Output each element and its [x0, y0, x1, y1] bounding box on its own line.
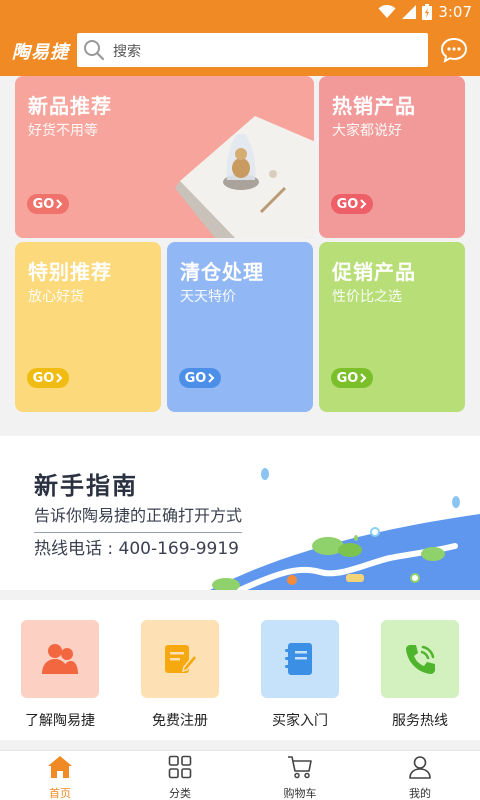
shortcut-icon-box: [21, 620, 99, 698]
go-label: GO: [32, 370, 55, 386]
tile-subtitle: 天天特价: [180, 289, 236, 305]
go-button[interactable]: GO: [331, 194, 373, 214]
wifi-icon: [378, 5, 396, 18]
signal-icon: [402, 5, 417, 19]
tile-subtitle: 性价比之选: [332, 289, 402, 305]
grid-icon: [168, 755, 192, 779]
tile-subtitle: 放心好货: [28, 289, 84, 305]
arrow-right-icon: [360, 199, 367, 209]
tile-hot-products[interactable]: 热销产品 大家都说好 GO: [319, 76, 465, 238]
arrow-right-icon: [56, 199, 63, 209]
status-bar: 3:07: [0, 0, 480, 24]
shortcut-buyer-guide[interactable]: 买家入门: [260, 620, 340, 730]
shortcut-label: 了解陶易捷: [25, 713, 95, 729]
tile-special-picks[interactable]: 特别推荐 放心好货 GO: [15, 242, 161, 412]
bottom-tab-bar: 首页 分类 购物车 我的: [0, 750, 480, 800]
shortcut-label: 服务热线: [392, 713, 448, 729]
tile-subtitle: 好货不用等: [28, 123, 98, 139]
go-button[interactable]: GO: [27, 194, 69, 214]
go-button[interactable]: GO: [331, 368, 373, 388]
shortcut-hotline[interactable]: 服务热线: [380, 620, 460, 730]
logo: 陶易捷: [12, 42, 69, 63]
search-input[interactable]: 搜索: [113, 41, 141, 61]
phone-icon: [406, 645, 435, 674]
tab-cart[interactable]: 购物车: [260, 755, 340, 800]
go-label: GO: [32, 196, 55, 212]
people-icon: [42, 644, 78, 674]
search-icon: [84, 40, 105, 61]
shortcut-icon-box: [141, 620, 219, 698]
tile-promotions[interactable]: 促销产品 性价比之选 GO: [319, 242, 465, 412]
app-header: 陶易捷 搜索: [0, 24, 480, 76]
tab-label: 购物车: [283, 787, 317, 800]
shortcut-about[interactable]: 了解陶易捷: [20, 620, 100, 730]
arrow-right-icon: [208, 373, 215, 383]
shortcut-register[interactable]: 免费注册: [140, 620, 220, 730]
message-icon[interactable]: [440, 36, 468, 64]
map-illustration: [210, 468, 480, 590]
tab-label: 首页: [49, 787, 71, 800]
search-bar[interactable]: 搜索: [77, 33, 428, 67]
tile-title: 特别推荐: [28, 260, 112, 284]
go-label: GO: [336, 370, 359, 386]
shortcut-icon-box: [381, 620, 459, 698]
tab-home[interactable]: 首页: [20, 755, 100, 800]
tab-categories[interactable]: 分类: [140, 755, 220, 800]
tile-title: 新品推荐: [28, 94, 112, 118]
tile-title: 清仓处理: [180, 260, 264, 284]
battery-icon: [422, 4, 433, 20]
status-icons: 3:07: [378, 3, 472, 21]
cart-icon: [288, 756, 312, 779]
shortcut-row: 了解陶易捷 免费注册 买家入门 服务热线: [0, 600, 480, 740]
tile-clearance[interactable]: 清仓处理 天天特价 GO: [167, 242, 313, 412]
tile-title: 促销产品: [332, 260, 416, 284]
go-button[interactable]: GO: [27, 368, 69, 388]
shortcut-label: 免费注册: [152, 713, 208, 729]
tile-title: 热销产品: [332, 94, 416, 118]
arrow-right-icon: [360, 373, 367, 383]
edit-note-icon: [165, 645, 198, 673]
tab-label: 分类: [169, 787, 191, 800]
beginner-guide-banner[interactable]: 新手指南 告诉你陶易捷的正确打开方式 热线电话 : 400-169-9919: [0, 436, 480, 590]
tile-new-products[interactable]: 新品推荐 好货不用等 GO: [15, 76, 314, 238]
go-label: GO: [184, 370, 207, 386]
go-button[interactable]: GO: [179, 368, 221, 388]
notebook-icon: [285, 643, 312, 675]
user-icon: [409, 756, 431, 779]
shortcut-icon-box: [261, 620, 339, 698]
arrow-right-icon: [56, 373, 63, 383]
shortcut-label: 买家入门: [272, 713, 328, 729]
tab-label: 我的: [409, 787, 431, 800]
guide-title: 新手指南: [34, 472, 138, 500]
home-icon: [48, 756, 72, 778]
tab-profile[interactable]: 我的: [380, 755, 460, 800]
go-label: GO: [336, 196, 359, 212]
clock: 3:07: [438, 3, 472, 21]
tile-subtitle: 大家都说好: [332, 123, 402, 139]
